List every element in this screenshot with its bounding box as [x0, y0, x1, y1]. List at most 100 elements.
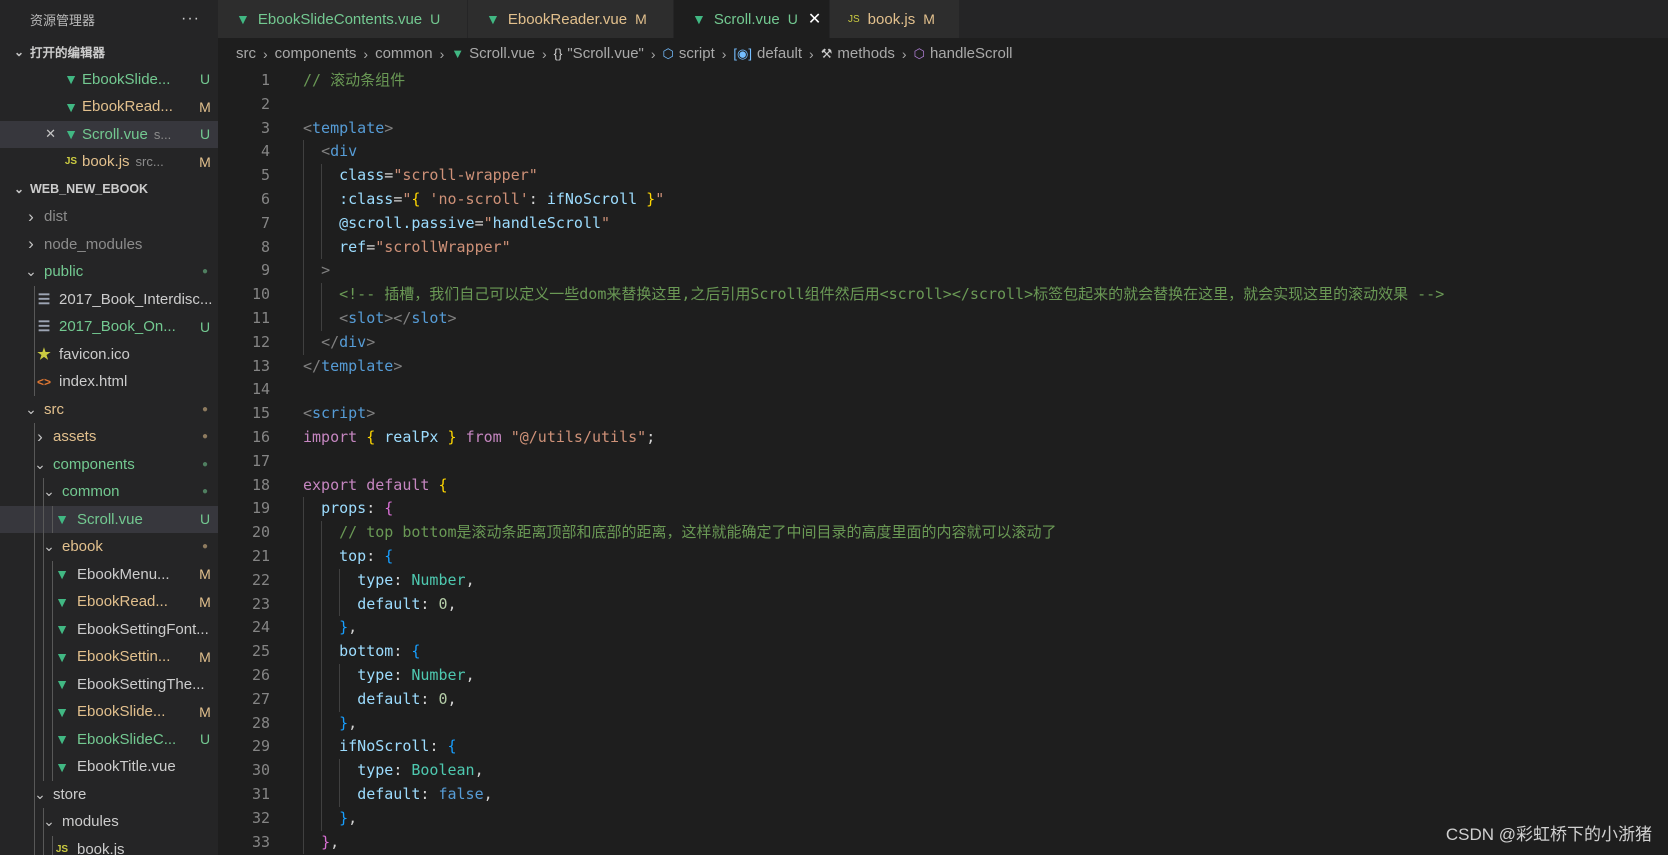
file-item[interactable]: ☰ 2017_Book_On... U [0, 313, 218, 341]
code-line[interactable]: 11 <slot></slot> [218, 306, 1668, 331]
code-line[interactable]: 26 type: Number, [218, 663, 1668, 688]
file-item[interactable]: <> index.html [0, 368, 218, 396]
editor-tab[interactable]: ▼ Scroll.vue U ✕ [674, 0, 830, 38]
file-item[interactable]: ▼ EbookMenu... M [0, 560, 218, 588]
project-header[interactable]: ⌄ WEB_NEW_EBOOK [0, 176, 218, 204]
indent-guide [303, 283, 304, 307]
folder-item[interactable]: ⌄ public ● [0, 258, 218, 286]
more-actions-icon[interactable]: ··· [181, 10, 200, 28]
file-item[interactable]: JS book.js [0, 835, 218, 855]
open-editor-item[interactable]: ✕ ▼ Scroll.vue s... U [0, 120, 218, 148]
code-line[interactable]: 27 default: 0, [218, 687, 1668, 712]
code-line[interactable]: 14 [218, 378, 1668, 402]
code-line[interactable]: 21 top: { [218, 544, 1668, 569]
indent-guide [34, 533, 35, 561]
code-line[interactable]: 20 // top bottom是滚动条距离顶部和底部的距离，这样就能确定了中间… [218, 521, 1668, 545]
code-line[interactable]: 25 bottom: { [218, 640, 1668, 664]
code-line[interactable]: 19 props: { [218, 497, 1668, 522]
indent-guide [303, 187, 304, 212]
code-token: default [357, 594, 421, 613]
file-item[interactable]: ☰ 2017_Book_Interdisc... [0, 285, 218, 313]
file-item[interactable]: ▼ Scroll.vue U [0, 505, 218, 533]
breadcrumb-item[interactable]: src [236, 45, 256, 62]
breadcrumb-item[interactable]: [◉] default [733, 45, 802, 62]
code-line[interactable]: 5 class="scroll-wrapper" [218, 164, 1668, 188]
line-number: 25 [251, 642, 270, 661]
file-item[interactable]: ▼ EbookSettingThe... [0, 670, 218, 698]
folder-item[interactable]: ⌄ components ● [0, 450, 218, 478]
code-line[interactable]: 8 ref="scrollWrapper" [218, 235, 1668, 260]
code-token: : [366, 499, 385, 518]
indent-guide [303, 687, 304, 712]
open-editor-item[interactable]: ▼ EbookRead... M [0, 93, 218, 121]
open-editor-item[interactable]: ▼ EbookSlide... U [0, 66, 218, 94]
code-line[interactable]: 30 type: Boolean, [218, 759, 1668, 783]
folder-item[interactable]: › assets ● [0, 423, 218, 451]
open-editor-item[interactable]: JS book.js src... M [0, 148, 218, 176]
code-line[interactable]: 17 [218, 450, 1668, 474]
chevron-down-icon: ⌄ [13, 44, 25, 59]
code-line[interactable]: 23 default: 0, [218, 592, 1668, 617]
breadcrumb-item[interactable]: {} "Scroll.vue" [554, 45, 644, 62]
breadcrumb-item[interactable]: ⬡ handleScroll [914, 45, 1013, 62]
breadcrumb-item[interactable]: ▼ Scroll.vue [451, 45, 535, 62]
code-line[interactable]: 15 <script> [218, 402, 1668, 426]
code-line[interactable]: 2 [218, 93, 1668, 117]
code-line[interactable]: 1 // 滚动条组件 [218, 69, 1668, 93]
code-token: // top bottom是滚动条距离顶部和底部的距离，这样就能确定了中间目录的… [339, 523, 1057, 542]
file-item[interactable]: ★ favicon.ico [0, 340, 218, 368]
close-icon[interactable]: ✕ [808, 9, 821, 29]
git-status-badge: U [199, 126, 211, 143]
code-line[interactable]: 12 </div> [218, 330, 1668, 355]
code-line[interactable]: 7 @scroll.passive="handleScroll" [218, 211, 1668, 236]
breadcrumb-item[interactable]: ⚒ methods [821, 45, 895, 62]
code-line[interactable]: 22 type: Number, [218, 568, 1668, 593]
folder-item[interactable]: ⌄ ebook ● [0, 533, 218, 561]
code-line[interactable]: 9 > [218, 259, 1668, 284]
code-line[interactable]: 3 <template> [218, 117, 1668, 141]
code-line[interactable]: 29 ifNoScroll: { [218, 735, 1668, 760]
folder-item[interactable]: ⌄ store [0, 780, 218, 808]
file-item[interactable]: ▼ EbookSlideC... U [0, 725, 218, 753]
txt-icon: ☰ [37, 290, 51, 307]
folder-item[interactable]: › dist [0, 203, 218, 231]
tab-label: EbookSlideContents.vue [257, 10, 423, 28]
code-line[interactable]: 16 import { realPx } from "@/utils/utils"… [218, 426, 1668, 450]
folder-item[interactable]: ⌄ src ● [0, 396, 218, 424]
close-icon[interactable]: ✕ [0, 126, 60, 142]
folder-item[interactable]: ⌄ common ● [0, 478, 218, 506]
editor-tab[interactable]: ▼ EbookSlideContents.vue U [218, 0, 468, 38]
editor-tab[interactable]: JS book.js M [830, 0, 960, 38]
file-item[interactable]: ▼ EbookSettin... M [0, 643, 218, 671]
code-editor[interactable]: 1// 滚动条组件 2 3 <template> 4 <div 5 class="scro… [218, 69, 1668, 855]
chevron-right-icon: › [542, 45, 547, 62]
folder-item[interactable]: ⌄ modules [0, 808, 218, 836]
code-line[interactable]: 31 default: false, [218, 782, 1668, 807]
breadcrumb-item[interactable]: common [375, 45, 433, 62]
breadcrumb-item[interactable]: components [275, 45, 357, 62]
file-item[interactable]: ▼ EbookSlide... M [0, 698, 218, 726]
code-token: "scroll-wrapper" [393, 166, 538, 185]
code-line[interactable]: 18 export default { [218, 474, 1668, 498]
code-line[interactable]: 10 <!-- 插槽，我们自己可以定义一些dom来替换这里,之后引用Scroll… [218, 283, 1668, 307]
file-item[interactable]: ▼ EbookSettingFont... [0, 615, 218, 643]
code-line[interactable]: 24 }, [218, 616, 1668, 641]
breadcrumb-item[interactable]: ⬡ script [663, 45, 715, 62]
code-token: ; [646, 427, 656, 446]
code-line[interactable]: 13 </template> [218, 355, 1668, 379]
braces-icon: {} [553, 46, 563, 61]
open-editors-header[interactable]: ⌄ 打开的编辑器 [0, 38, 218, 66]
code-line[interactable]: 4 <div [218, 140, 1668, 165]
code-line[interactable]: 6 :class="{ 'no-scroll': ifNoScroll }" [218, 187, 1668, 212]
editor-tab[interactable]: ▼ EbookReader.vue M [468, 0, 674, 38]
breadcrumb: src › components › common › ▼ Scroll.vue › {} "Scr… [218, 38, 1668, 69]
folder-item[interactable]: › node_modules [0, 231, 218, 259]
code-token: div [339, 332, 367, 351]
code-line[interactable]: 28 }, [218, 711, 1668, 736]
file-item[interactable]: ▼ EbookTitle.vue [0, 753, 218, 781]
code-text: type: Number, [270, 663, 475, 688]
git-status-badge: M [199, 566, 211, 583]
file-item[interactable]: ▼ EbookRead... M [0, 588, 218, 616]
code-token: ></ [384, 308, 412, 327]
